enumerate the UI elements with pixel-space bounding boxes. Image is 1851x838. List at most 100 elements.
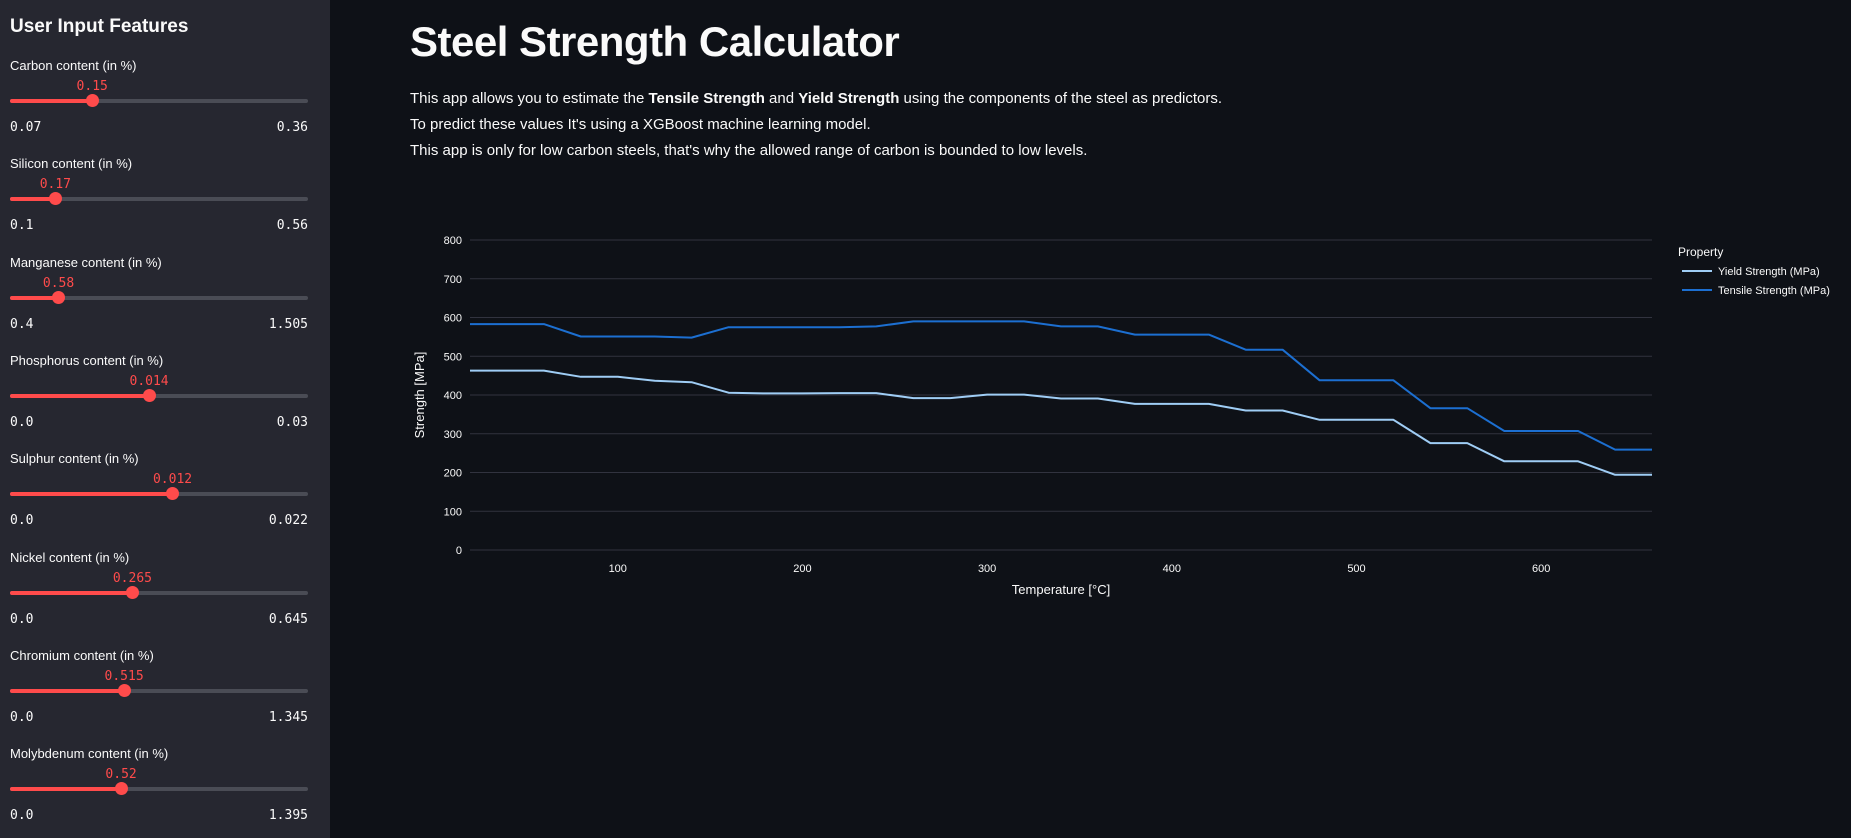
slider-min-label: 0.0 (10, 415, 34, 430)
slider-track[interactable] (10, 586, 308, 599)
x-axis-title: Temperature [°C] (1012, 582, 1110, 597)
sidebar-title: User Input Features (10, 16, 189, 37)
x-tick-label: 600 (1532, 563, 1550, 575)
slider-label: Sulphur content (in %) (10, 451, 139, 466)
slider-thumb[interactable] (166, 487, 180, 500)
slider-fill (10, 591, 133, 595)
slider-track[interactable] (10, 782, 308, 795)
slider-min-label: 0.0 (10, 710, 34, 725)
slider-max-label: 0.36 (276, 120, 308, 135)
slider-label: Nickel content (in %) (10, 550, 130, 565)
strength-chart[interactable]: 0 100 200 300 400 500 600 700 800 100 200 300 400 500… (400, 220, 1851, 610)
slider-current-value: 0.52 (105, 767, 137, 782)
slider-max-label: 0.03 (276, 415, 308, 430)
slider-max-label: 0.645 (268, 612, 308, 627)
slider-min-label: 0.0 (10, 513, 34, 528)
slider-fill (10, 492, 173, 496)
x-tick-label: 100 (609, 563, 627, 575)
legend-label: Tensile Strength (MPa) (1718, 285, 1830, 297)
slider-label: Silicon content (in %) (10, 156, 133, 171)
y-tick-label: 100 (444, 506, 462, 518)
slider-fill (10, 99, 93, 103)
sidebar: User Input Features Carbon content (in %… (0, 0, 330, 838)
slider-carbon[interactable]: Carbon content (in %) 0.15 0.07 0.36 (10, 58, 308, 148)
slider-track[interactable] (10, 389, 308, 402)
x-tick-label: 400 (1163, 563, 1181, 575)
description-text: and (764, 90, 799, 107)
slider-min-label: 0.4 (10, 317, 34, 332)
y-tick-label: 600 (444, 313, 462, 325)
chart-lines[interactable] (470, 320, 1652, 476)
slider-label: Manganese content (in %) (10, 255, 162, 270)
y-tick-label: 500 (444, 351, 462, 363)
y-tick-label: 800 (444, 235, 462, 247)
slider-thumb[interactable] (114, 782, 128, 795)
page-title: Steel Strength Calculator (410, 18, 900, 65)
slider-thumb[interactable] (142, 389, 156, 402)
slider-track[interactable] (10, 291, 308, 304)
x-tick-label: 500 (1347, 563, 1365, 575)
chart-axes: 0 100 200 300 400 500 600 700 800 100 200 300 400 500… (412, 235, 1550, 597)
slider-min-label: 0.1 (10, 218, 34, 233)
slider-max-label: 1.505 (268, 317, 308, 332)
slider-label: Molybdenum content (in %) (10, 746, 169, 761)
slider-max-label: 0.56 (276, 218, 308, 233)
slider-manganese[interactable]: Manganese content (in %) 0.58 0.4 1.505 (10, 255, 308, 345)
slider-current-value: 0.17 (39, 177, 71, 192)
slider-molybdenum[interactable]: Molybdenum content (in %) 0.52 0.0 1.395 (10, 746, 308, 836)
slider-max-label: 1.395 (268, 808, 308, 823)
slider-current-value: 0.012 (152, 472, 193, 487)
legend-label: Yield Strength (MPa) (1718, 266, 1820, 278)
slider-thumb[interactable] (48, 192, 62, 205)
legend-title: Property (1678, 245, 1723, 259)
slider-current-value: 0.014 (129, 374, 169, 389)
slider-fill (10, 787, 122, 791)
description-line-2: To predict these values It's using a XGB… (410, 116, 871, 133)
slider-nickel[interactable]: Nickel content (in %) 0.265 0.0 0.645 (10, 550, 308, 640)
legend-item[interactable]: Tensile Strength (MPa) (1682, 285, 1830, 297)
slider-track[interactable] (10, 192, 308, 205)
slider-thumb[interactable] (85, 94, 99, 107)
slider-track[interactable] (10, 94, 308, 107)
description-line-3: This app is only for low carbon steels, … (410, 142, 1088, 159)
y-tick-label: 0 (456, 545, 462, 557)
slider-label: Carbon content (in %) (10, 58, 137, 73)
legend-item[interactable]: Yield Strength (MPa) (1682, 266, 1820, 278)
chart-legend[interactable]: Property Yield Strength (MPa) Tensile Stre… (1678, 245, 1830, 297)
slider-phosphorus[interactable]: Phosphorus content (in %) 0.014 0.0 0.03 (10, 353, 308, 443)
y-axis-title: Strength [MPa] (412, 352, 427, 439)
slider-current-value: 0.15 (76, 79, 108, 94)
slider-track[interactable] (10, 487, 308, 500)
y-tick-label: 200 (444, 468, 462, 480)
chart-grid (470, 239, 1652, 551)
slider-min-label: 0.07 (10, 120, 42, 135)
x-tick-label: 300 (978, 563, 996, 575)
description-text: using the components of the steel as pre… (899, 90, 1223, 107)
series-line-tensile-strength[interactable] (470, 320, 1652, 451)
slider-silicon[interactable]: Silicon content (in %) 0.17 0.1 0.56 (10, 156, 308, 246)
slider-current-value: 0.58 (42, 276, 75, 291)
slider-max-label: 1.345 (268, 710, 308, 725)
slider-min-label: 0.0 (10, 612, 34, 627)
slider-thumb[interactable] (125, 586, 139, 599)
series-line-yield-strength[interactable] (470, 369, 1652, 476)
slider-current-value: 0.265 (112, 571, 152, 586)
description-bold-yield: Yield Strength (798, 90, 900, 107)
y-tick-label: 700 (444, 274, 462, 286)
slider-chromium[interactable]: Chromium content (in %) 0.515 0.0 1.345 (10, 648, 308, 738)
x-tick-label: 200 (793, 563, 811, 575)
description-text: This app allows you to estimate the (410, 90, 649, 107)
slider-thumb[interactable] (117, 684, 131, 697)
slider-label: Phosphorus content (in %) (10, 353, 164, 368)
slider-max-label: 0.022 (268, 513, 308, 528)
slider-track[interactable] (10, 684, 308, 697)
description-line-1: This app allows you to estimate the Tens… (410, 90, 1222, 107)
slider-current-value: 0.515 (104, 669, 144, 684)
y-tick-label: 300 (444, 429, 462, 441)
slider-fill (10, 394, 150, 398)
slider-min-label: 0.0 (10, 808, 34, 823)
slider-thumb[interactable] (52, 291, 66, 304)
slider-label: Chromium content (in %) (10, 648, 154, 663)
slider-sulphur[interactable]: Sulphur content (in %) 0.012 0.0 0.022 (10, 451, 308, 541)
slider-fill (10, 689, 125, 693)
